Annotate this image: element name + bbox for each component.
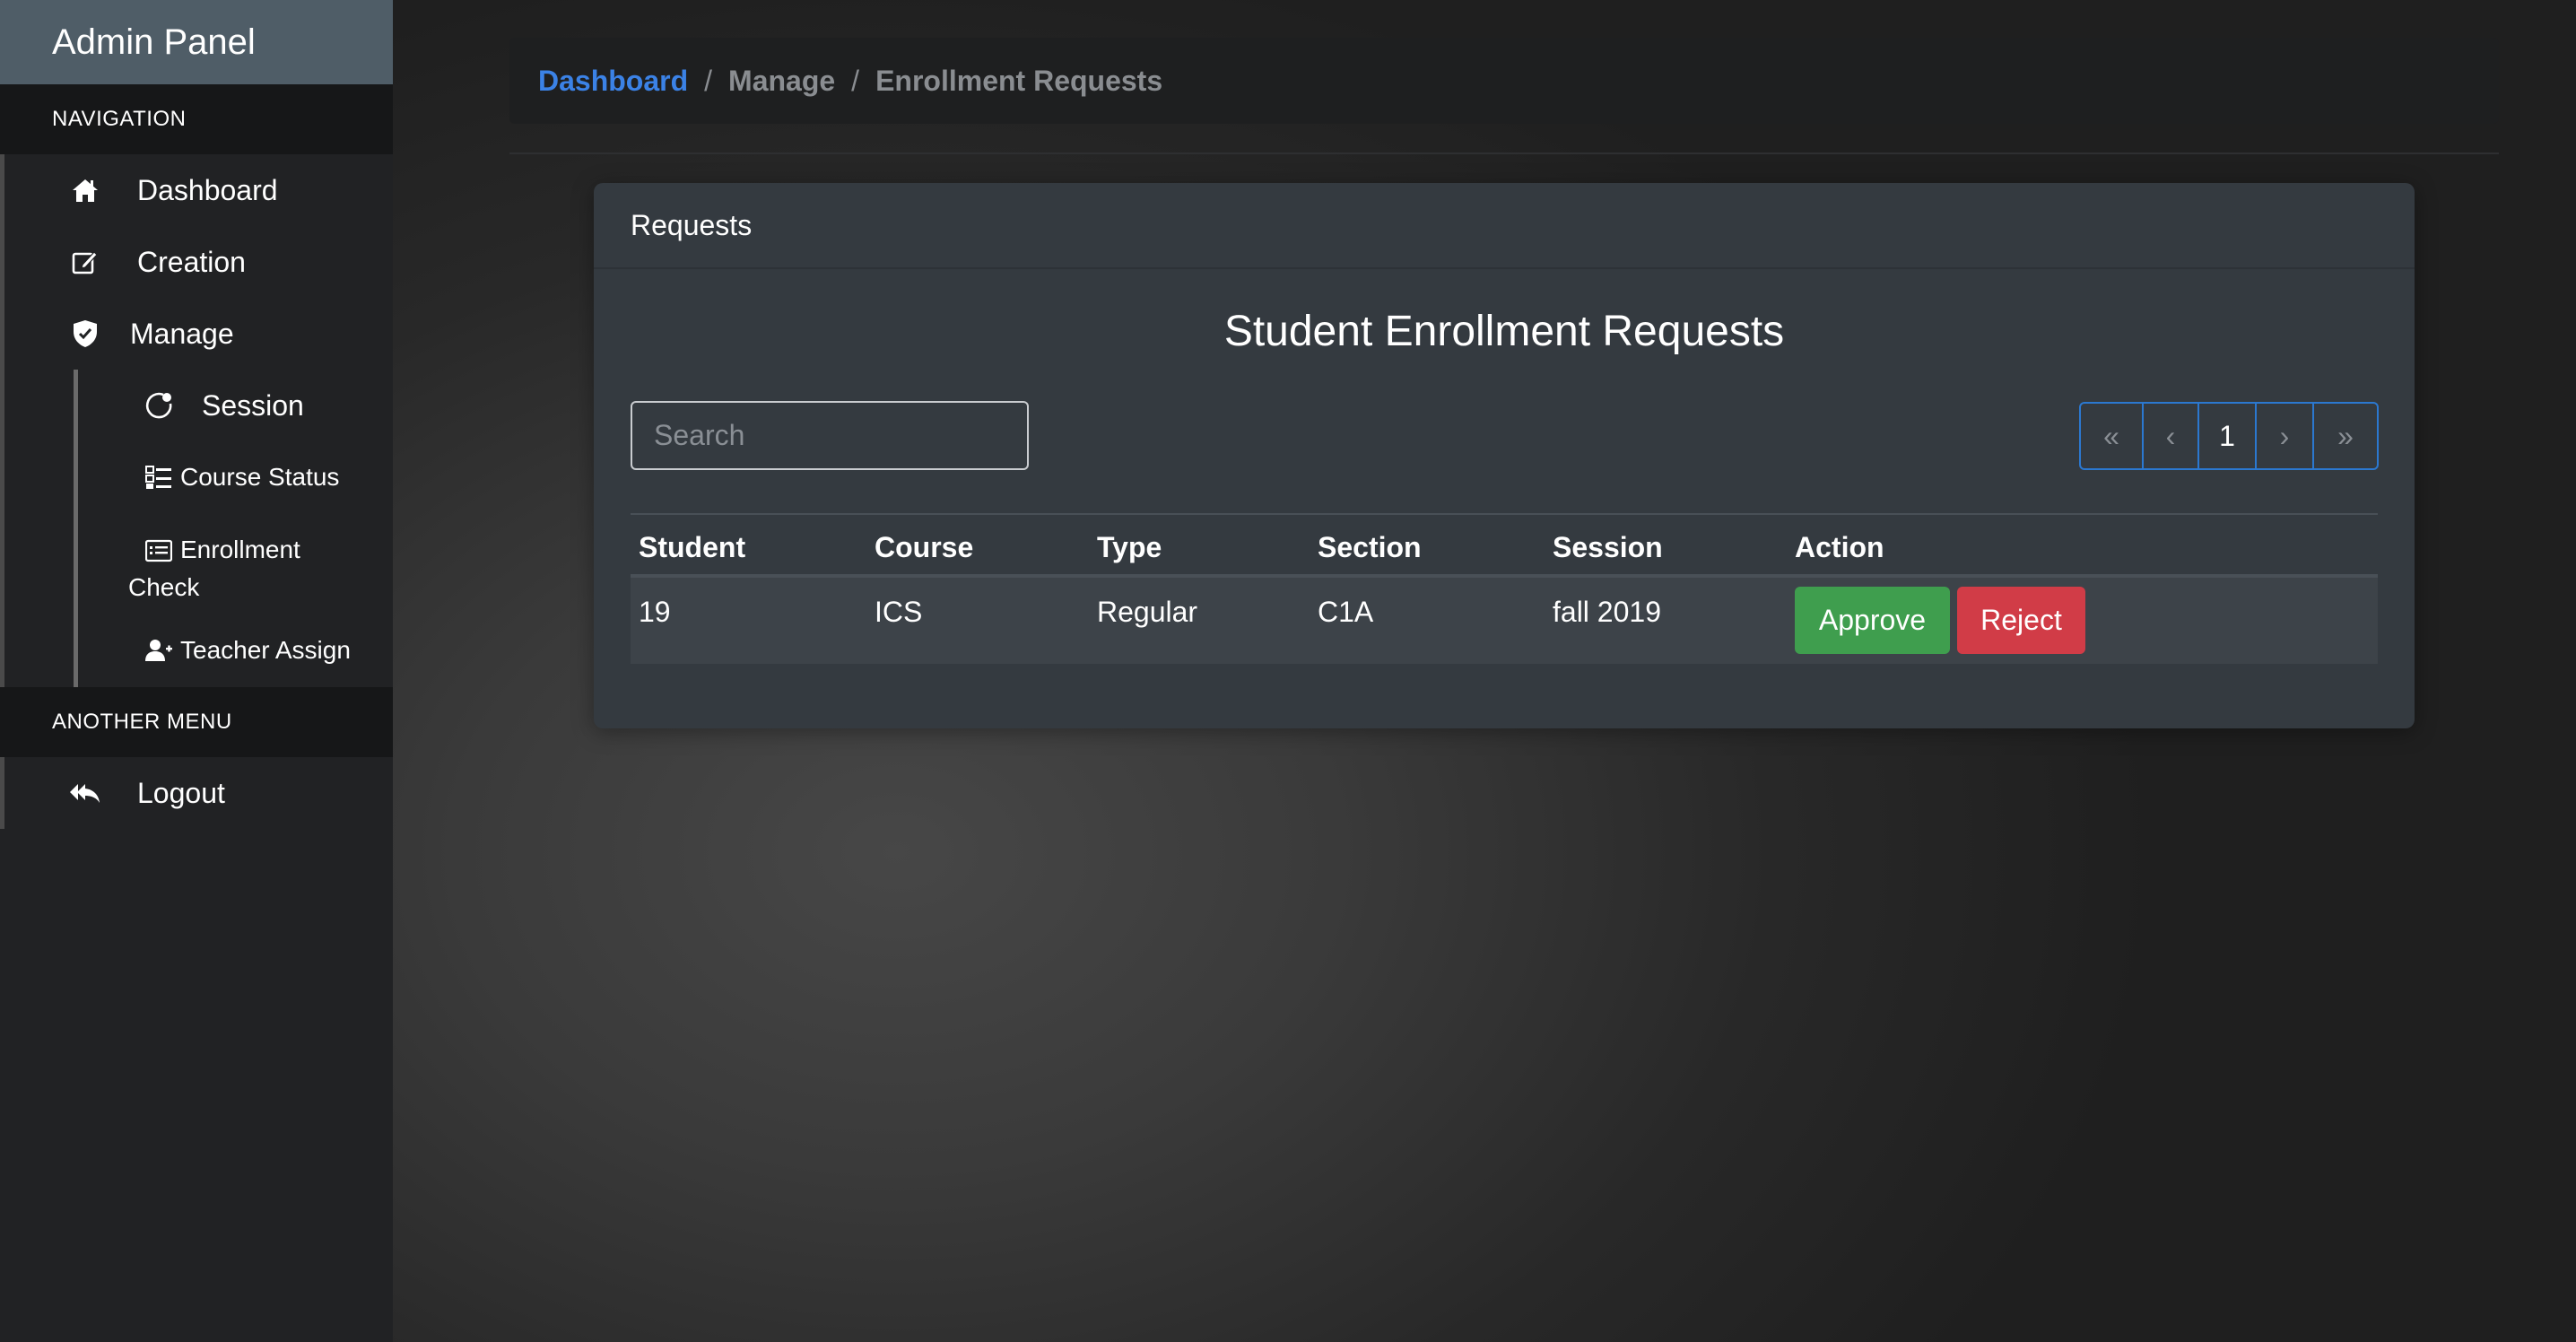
another-menu-group: Logout xyxy=(0,757,393,829)
requests-table: Student Course Type Section Session Acti… xyxy=(631,513,2378,664)
session-icon xyxy=(141,388,177,423)
sidebar-item-logout[interactable]: Logout xyxy=(4,757,393,829)
column-header-section: Section xyxy=(1318,530,1422,563)
column-header-course: Course xyxy=(875,530,974,563)
sidebar-subitem-course-status[interactable]: Course Status xyxy=(4,441,393,513)
cell-session: fall 2019 xyxy=(1553,596,1661,628)
sidebar-subitem-enrollment-check[interactable]: Enrollment Check xyxy=(4,513,393,614)
sidebar-subitem-label-line2: Check xyxy=(128,573,200,601)
sidebar-item-manage[interactable]: Manage xyxy=(4,298,393,370)
sidebar-item-label: Manage xyxy=(130,317,234,350)
breadcrumb: Dashboard / Manage / Enrollment Requests xyxy=(509,38,2499,124)
card-header: Requests xyxy=(594,183,2415,269)
sidebar-item-dashboard[interactable]: Dashboard xyxy=(4,154,393,226)
cell-course: ICS xyxy=(875,596,923,628)
reject-button[interactable]: Reject xyxy=(1957,587,2085,654)
sidebar: Admin Panel NAVIGATION Dashboard Creatio… xyxy=(0,0,393,1342)
sidebar-item-label: Dashboard xyxy=(137,173,278,206)
sidebar-item-label: Creation xyxy=(137,245,246,278)
breadcrumb-separator: / xyxy=(851,64,860,97)
home-icon xyxy=(67,172,103,208)
breadcrumb-manage[interactable]: Manage xyxy=(728,65,835,98)
edit-icon xyxy=(67,244,103,280)
breadcrumb-current: Enrollment Requests xyxy=(875,64,1163,97)
page-title: Student Enrollment Requests xyxy=(1223,308,1785,355)
table-row: 19 ICS Regular C1A fall 2019 Approve Rej… xyxy=(631,578,2378,664)
column-header-session: Session xyxy=(1553,530,1663,563)
divider xyxy=(509,152,2499,154)
navigation-group: Dashboard Creation Manage Session Course… xyxy=(0,154,393,687)
pagination-last-button[interactable]: » xyxy=(2314,404,2377,468)
cell-type: Regular xyxy=(1097,596,1198,628)
sidebar-subitem-label: Teacher Assign xyxy=(180,636,351,664)
pagination: « ‹ 1 › » xyxy=(2079,402,2379,470)
navigation-heading: NAVIGATION xyxy=(0,84,393,154)
requests-card: Requests Student Enrollment Requests « ‹… xyxy=(594,183,2415,728)
column-header-action: Action xyxy=(1795,530,1884,563)
sidebar-subitem-session[interactable]: Session xyxy=(4,370,393,441)
table-header-row: Student Course Type Section Session Acti… xyxy=(631,515,2378,578)
column-header-type: Type xyxy=(1097,530,1162,563)
another-menu-heading: ANOTHER MENU xyxy=(0,687,393,757)
breadcrumb-dashboard-link[interactable]: Dashboard xyxy=(538,65,688,98)
pagination-first-button[interactable]: « xyxy=(2081,404,2144,468)
sidebar-subitem-teacher-assign[interactable]: Teacher Assign xyxy=(4,614,393,687)
reply-all-icon xyxy=(67,775,103,811)
search-input[interactable] xyxy=(631,401,1029,470)
sidebar-subitem-label: Course Status xyxy=(180,463,340,491)
pagination-next-button[interactable]: › xyxy=(2257,404,2314,468)
column-header-student: Student xyxy=(639,530,746,563)
sidebar-item-label: Logout xyxy=(137,776,225,809)
pagination-prev-button[interactable]: ‹ xyxy=(2144,404,2199,468)
pagination-current-page[interactable]: 1 xyxy=(2199,404,2257,468)
breadcrumb-separator: / xyxy=(704,64,713,97)
approve-button[interactable]: Approve xyxy=(1795,587,1950,654)
sidebar-subitem-label: Enrollment xyxy=(180,536,300,563)
card-list-icon xyxy=(144,536,173,565)
user-add-icon xyxy=(144,636,173,665)
cell-action: Approve Reject xyxy=(1795,578,2378,654)
list-check-icon xyxy=(144,463,173,492)
sidebar-subitem-label: Session xyxy=(202,388,304,422)
shield-check-icon xyxy=(67,316,103,352)
sidebar-item-creation[interactable]: Creation xyxy=(4,226,393,298)
cell-student: 19 xyxy=(639,596,671,628)
brand-title[interactable]: Admin Panel xyxy=(0,0,393,84)
cell-section: C1A xyxy=(1318,596,1374,628)
